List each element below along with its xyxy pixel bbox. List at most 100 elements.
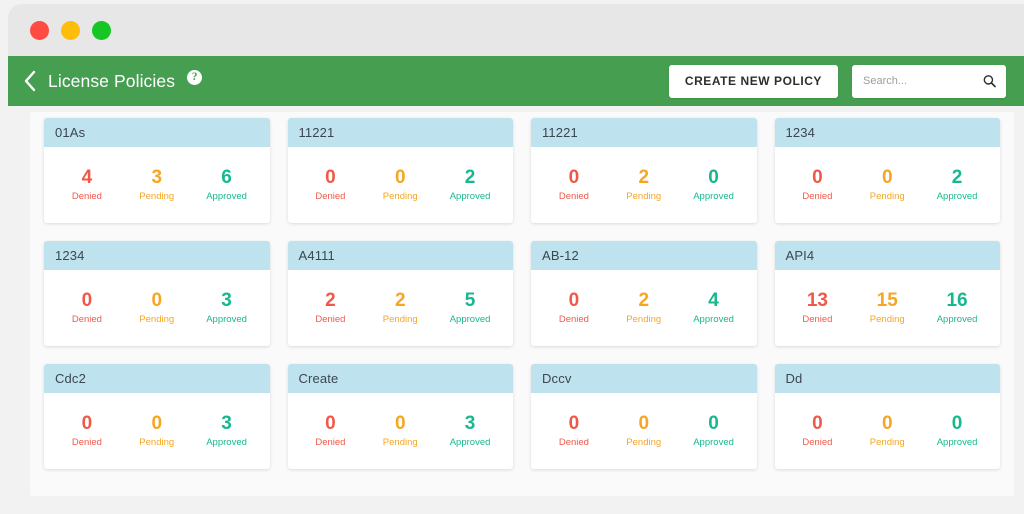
policies-panel: 01As4Denied3Pending6Approved112210Denied… bbox=[30, 112, 1014, 496]
policy-card[interactable]: A41112Denied2Pending5Approved bbox=[288, 241, 514, 346]
stat-pending-value: 0 bbox=[131, 291, 183, 311]
stat-denied: 4Denied bbox=[61, 168, 113, 202]
stat-denied: 0Denied bbox=[61, 414, 113, 448]
stat-approved-label: Approved bbox=[201, 191, 253, 202]
stat-denied: 0Denied bbox=[791, 414, 843, 448]
create-new-policy-button[interactable]: CREATE NEW POLICY bbox=[669, 65, 838, 98]
stat-denied-label: Denied bbox=[304, 437, 356, 448]
stat-approved: 2Approved bbox=[931, 168, 983, 202]
search-box[interactable] bbox=[852, 65, 1006, 98]
policy-card-stats: 0Denied0Pending0Approved bbox=[775, 393, 1001, 469]
stat-approved: 3 Approved bbox=[201, 291, 253, 325]
stat-pending: 2Pending bbox=[618, 168, 670, 202]
stat-approved-label: Approved bbox=[931, 314, 983, 325]
close-window-button[interactable] bbox=[30, 21, 49, 40]
stat-denied: 0Denied bbox=[548, 291, 600, 325]
stat-approved-value: 3 bbox=[201, 291, 253, 311]
stat-approved: 5Approved bbox=[444, 291, 496, 325]
stat-denied: 2Denied bbox=[304, 291, 356, 325]
stat-denied-label: Denied bbox=[548, 314, 600, 325]
policy-card-header: Dccv bbox=[531, 364, 757, 393]
policy-card-header: 11221 bbox=[531, 118, 757, 147]
stat-approved-value: 2 bbox=[931, 168, 983, 188]
policy-card[interactable]: Dd0Denied0Pending0Approved bbox=[775, 364, 1001, 469]
stat-pending: 0Pending bbox=[131, 291, 183, 325]
policy-card-title: 01As bbox=[55, 125, 85, 140]
policy-card-stats: 2Denied2Pending5Approved bbox=[288, 270, 514, 346]
policy-card-title: 11221 bbox=[299, 125, 335, 140]
stat-denied-value: 13 bbox=[791, 291, 843, 311]
policy-card-stats: 4Denied3Pending6Approved bbox=[44, 147, 270, 223]
policy-card[interactable]: 1234 0 Denied 0 Pending 2Approved bbox=[775, 118, 1001, 223]
stat-denied-label: Denied bbox=[61, 437, 113, 448]
stat-denied-label: Denied bbox=[61, 191, 113, 202]
stat-approved: 0Approved bbox=[688, 414, 740, 448]
policy-card[interactable]: Dccv0Denied0Pending0Approved bbox=[531, 364, 757, 469]
stat-approved-value: 0 bbox=[688, 414, 740, 434]
chevron-left-icon[interactable] bbox=[20, 68, 38, 94]
stat-approved-label: Approved bbox=[688, 191, 740, 202]
stat-pending-label: Pending bbox=[861, 191, 913, 202]
policy-card-header: API4 bbox=[775, 241, 1001, 270]
policy-card-stats: 0Denied0Pending0Approved bbox=[531, 393, 757, 469]
stat-denied-value: 0 bbox=[791, 168, 843, 188]
stat-denied-label: Denied bbox=[304, 191, 356, 202]
stat-denied-label: Denied bbox=[791, 191, 843, 202]
stat-denied-value: 0 bbox=[791, 414, 843, 434]
policy-card-stats: 0Denied2Pending4Approved bbox=[531, 270, 757, 346]
policy-card[interactable]: 01As 4Denied3Pending6Approved bbox=[44, 118, 270, 223]
policy-card[interactable]: Create0Denied0Pending3Approved bbox=[288, 364, 514, 469]
stat-pending: 0Pending bbox=[861, 414, 913, 448]
policy-card-stats: 13Denied15Pending16Approved bbox=[775, 270, 1001, 346]
policy-card[interactable]: 112210Denied2Pending0Approved bbox=[531, 118, 757, 223]
policy-card-title: Dd bbox=[786, 371, 803, 386]
search-icon[interactable] bbox=[983, 75, 996, 88]
policy-card-stats: 0 Denied 0 Pending 2Approved bbox=[775, 147, 1001, 223]
policy-card-title: API4 bbox=[786, 248, 815, 263]
stat-denied: 0Denied bbox=[304, 168, 356, 202]
stat-approved: 3Approved bbox=[201, 414, 253, 448]
policy-card-header: A4111 bbox=[288, 241, 514, 270]
minimize-window-button[interactable] bbox=[61, 21, 80, 40]
policy-card-header: 1234 bbox=[44, 241, 270, 270]
stat-denied: 0Denied bbox=[304, 414, 356, 448]
stat-pending: 0Pending bbox=[131, 414, 183, 448]
policy-card[interactable]: AB-120Denied2Pending4Approved bbox=[531, 241, 757, 346]
maximize-window-button[interactable] bbox=[92, 21, 111, 40]
stat-approved-value: 16 bbox=[931, 291, 983, 311]
policy-card-title: 11221 bbox=[542, 125, 578, 140]
stat-approved-label: Approved bbox=[201, 314, 253, 325]
stat-denied-label: Denied bbox=[548, 191, 600, 202]
stat-approved-value: 5 bbox=[444, 291, 496, 311]
stat-pending-value: 2 bbox=[618, 291, 670, 311]
stat-pending: 2Pending bbox=[618, 291, 670, 325]
policy-card[interactable]: API413Denied15Pending16Approved bbox=[775, 241, 1001, 346]
stat-pending-value: 0 bbox=[618, 414, 670, 434]
policy-card-title: A4111 bbox=[299, 248, 335, 263]
policy-card[interactable]: 11221 0Denied 0Pending 2Approved bbox=[288, 118, 514, 223]
policy-card-stats: 0Denied 0Pending 3Approved bbox=[44, 393, 270, 469]
policy-card[interactable]: Cdc20Denied0Pending3Approved bbox=[44, 364, 270, 469]
policy-card-stats: 0Denied2Pending0Approved bbox=[531, 147, 757, 223]
policy-card-header: 1234 bbox=[775, 118, 1001, 147]
stat-pending-label: Pending bbox=[618, 191, 670, 202]
stat-denied-value: 0 bbox=[61, 291, 113, 311]
stat-approved-value: 3 bbox=[201, 414, 253, 434]
help-icon[interactable]: ? bbox=[187, 70, 202, 85]
stat-approved: 3Approved bbox=[444, 414, 496, 448]
stat-approved: 2Approved bbox=[444, 168, 496, 202]
stat-pending-label: Pending bbox=[861, 437, 913, 448]
app-window: License Policies ? CREATE NEW POLICY 01A… bbox=[0, 0, 1024, 514]
policy-card-title: 1234 bbox=[55, 248, 85, 263]
stat-pending-label: Pending bbox=[131, 437, 183, 448]
stat-pending: 0Pending bbox=[374, 168, 426, 202]
policy-card-grid: 01As4Denied3Pending6Approved112210Denied… bbox=[44, 118, 1000, 469]
stat-pending-label: Pending bbox=[374, 314, 426, 325]
traffic-lights bbox=[30, 21, 111, 40]
stat-approved: 16 Approved bbox=[931, 291, 983, 325]
stat-approved: 6Approved bbox=[201, 168, 253, 202]
stat-pending-value: 0 bbox=[861, 168, 913, 188]
policy-card[interactable]: 12340Denied0Pending3Approved bbox=[44, 241, 270, 346]
policy-card-header: 01As bbox=[44, 118, 270, 147]
policy-card-stats: 0Denied0Pending3Approved bbox=[288, 393, 514, 469]
